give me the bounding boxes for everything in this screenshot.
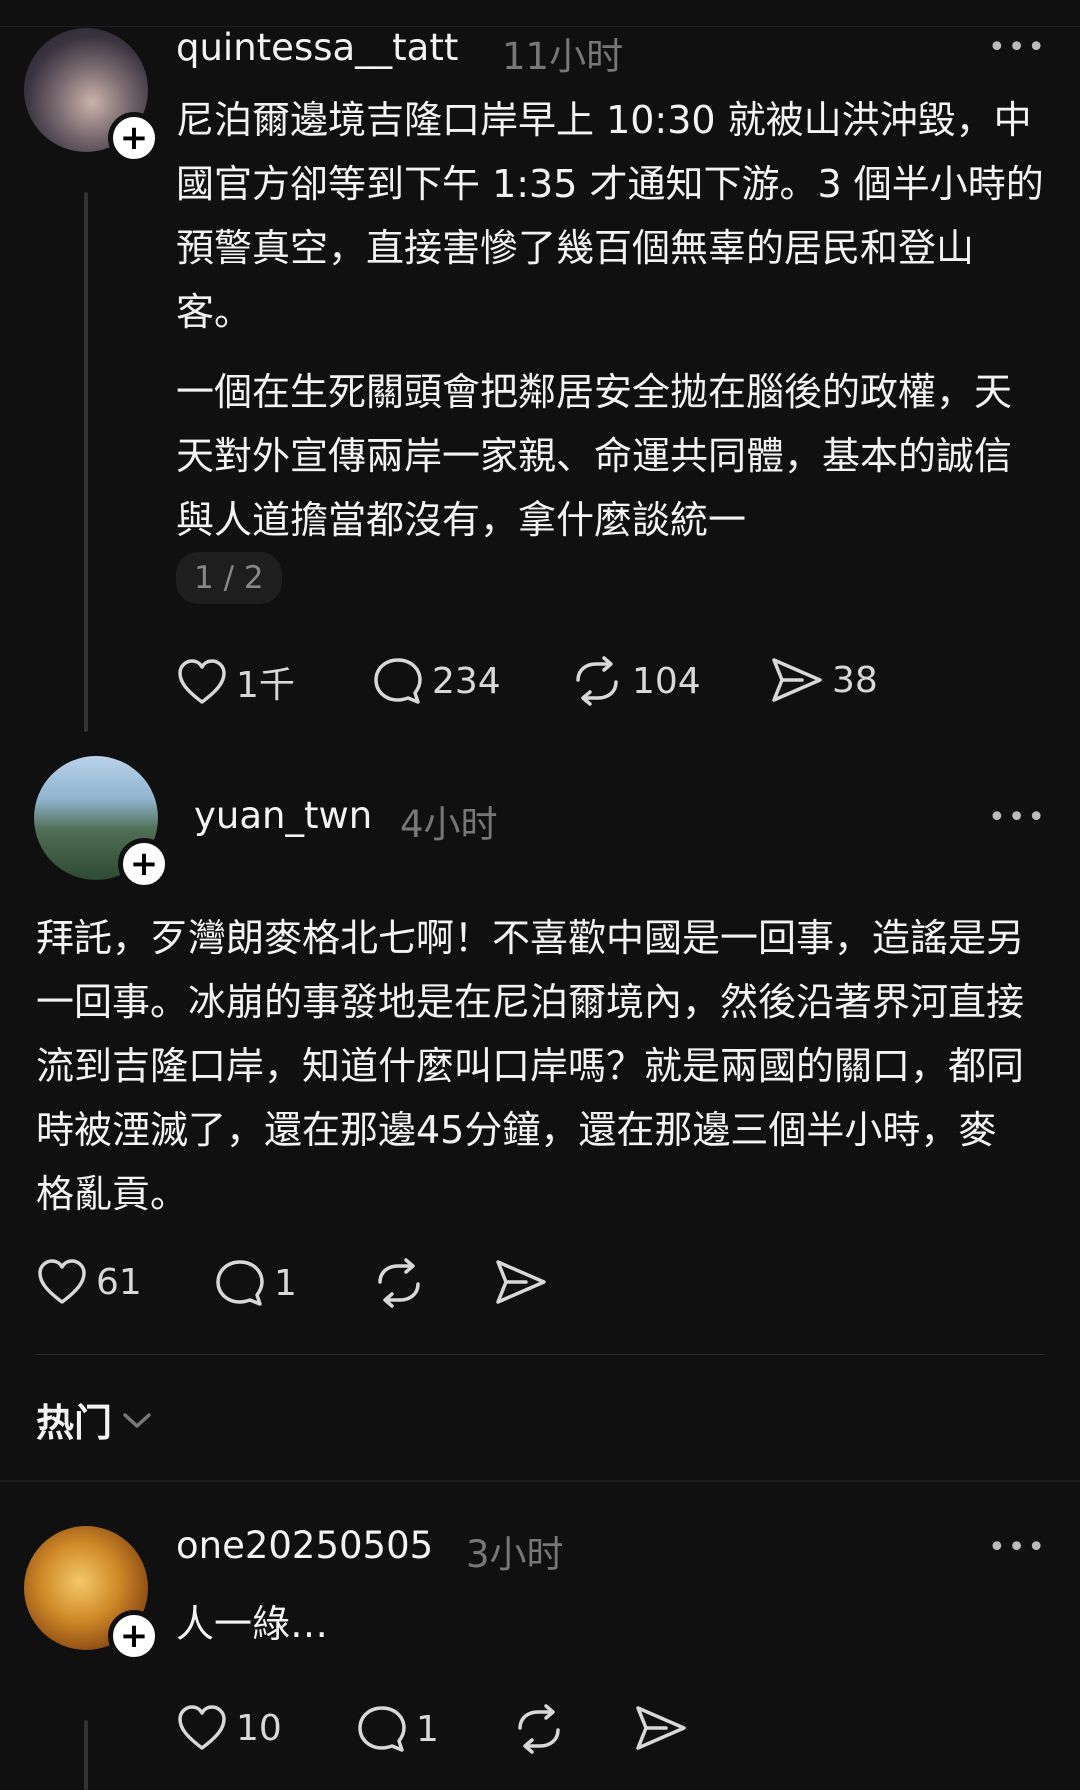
heart-icon (178, 659, 226, 704)
share-icon (496, 1260, 546, 1304)
username[interactable]: one20250505 (176, 1524, 433, 1567)
like-count: 1千 (236, 665, 295, 706)
page-indicator[interactable]: 1 / 2 (176, 552, 282, 604)
share-button[interactable] (494, 1258, 556, 1306)
comment-icon (358, 1706, 406, 1752)
follow-plus-icon[interactable]: + (118, 838, 170, 890)
like-button[interactable]: 10 (176, 1704, 282, 1752)
reply-count: 234 (432, 660, 501, 702)
heart-icon (38, 1259, 86, 1304)
post-text: 人一綠… (176, 1602, 329, 1646)
repost-button[interactable] (372, 1258, 434, 1308)
share-icon (772, 658, 822, 702)
comment-icon (374, 658, 422, 704)
share-button[interactable]: 38 (770, 656, 878, 704)
more-icon[interactable]: ••• (988, 800, 1047, 835)
repost-icon (518, 1704, 560, 1754)
share-count: 38 (832, 659, 878, 701)
username[interactable]: quintessa__tatt (176, 26, 458, 69)
post-paragraph: 一個在生死關頭會把鄰居安全拋在腦後的政權，天天對外宣傳兩岸一家親、命運共同體，基… (176, 370, 1013, 542)
comment-icon (216, 1260, 264, 1306)
heart-icon (178, 1705, 226, 1750)
reply-count: 1 (274, 1262, 297, 1304)
repost-icon (576, 656, 618, 706)
divider (36, 1354, 1044, 1355)
like-button[interactable]: 61 (36, 1258, 142, 1306)
like-count: 10 (236, 1707, 282, 1749)
share-icon (636, 1706, 686, 1750)
repost-count: 104 (632, 660, 701, 702)
repost-button[interactable] (512, 1704, 574, 1754)
thread-line (84, 1720, 88, 1790)
sort-dropdown[interactable]: 热门 (36, 1392, 154, 1447)
username[interactable]: yuan_twn (194, 794, 372, 837)
post-time: 4小时 (400, 803, 498, 846)
chevron-down-icon (123, 1412, 151, 1428)
post-time: 3小时 (466, 1533, 564, 1576)
repost-icon (378, 1258, 420, 1308)
reply-button[interactable]: 1 (214, 1258, 297, 1308)
follow-plus-icon[interactable]: + (108, 112, 160, 164)
sort-label: 热门 (36, 1401, 113, 1445)
follow-plus-icon[interactable]: + (108, 1610, 160, 1662)
reply-count: 1 (416, 1708, 439, 1750)
reply-button[interactable]: 234 (372, 656, 501, 706)
repost-button[interactable]: 104 (570, 656, 701, 706)
more-icon[interactable]: ••• (988, 30, 1047, 65)
thread-line (84, 192, 88, 732)
post-paragraph: 尼泊爾邊境吉隆口岸早上 10:30 就被山洪沖毀，中國官方卻等到下午 1:35 … (176, 98, 1044, 334)
like-button[interactable]: 1千 (176, 656, 295, 708)
section-divider (0, 1480, 1080, 1482)
post-text: 拜託，歹灣朗麥格北七啊！不喜歡中國是一回事，造謠是另一回事。冰崩的事發地是在尼泊… (36, 916, 1025, 1216)
like-count: 61 (96, 1261, 142, 1303)
more-icon[interactable]: ••• (988, 1530, 1047, 1565)
post-time: 11小时 (502, 35, 624, 78)
share-button[interactable] (634, 1704, 696, 1752)
reply-button[interactable]: 1 (356, 1704, 439, 1754)
